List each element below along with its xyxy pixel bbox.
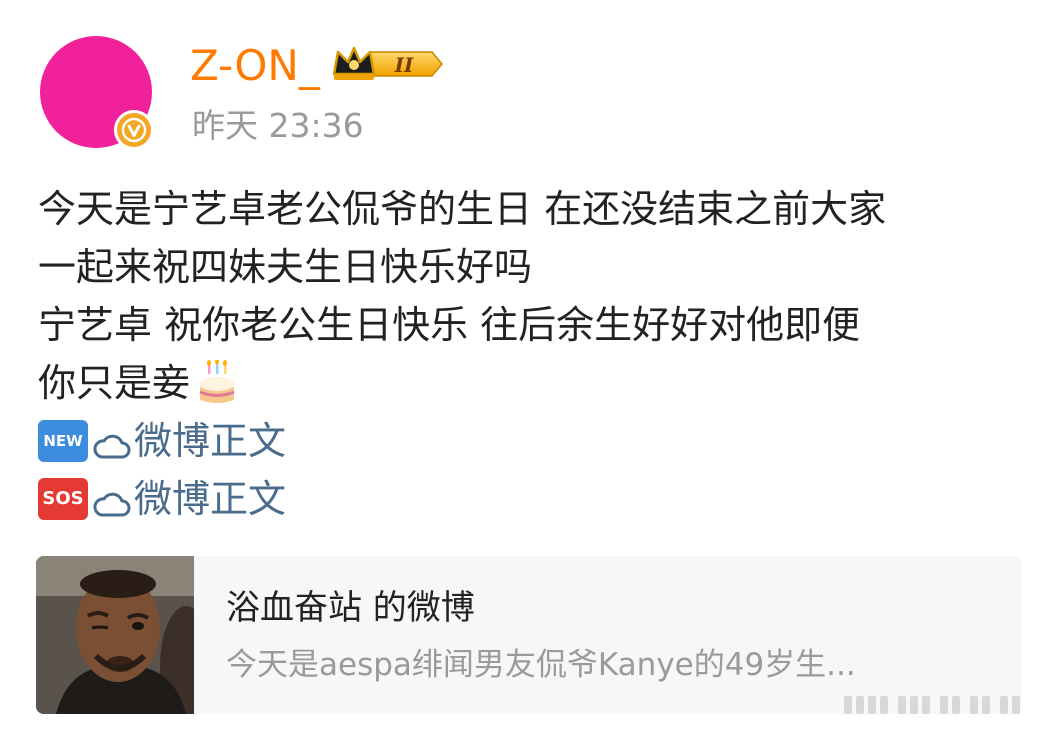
post-content: 今天是宁艺卓老公侃爷的生日 在还没结束之前大家 一起来祝四妹夫生日快乐好吗 宁艺… xyxy=(38,180,1028,528)
post-text-line-with-cake: 你只是妾 xyxy=(38,354,1028,412)
post-text-line: 今天是宁艺卓老公侃爷的生日 在还没结束之前大家 xyxy=(38,187,887,231)
web-link-text[interactable]: 微博正文 xyxy=(134,412,286,470)
quoted-post-thumbnail xyxy=(36,556,194,714)
post-text-line: 宁艺卓 祝你老公生日快乐 往后余生好好对他即便 xyxy=(38,303,861,347)
username[interactable]: Z-ON_ xyxy=(190,38,320,94)
web-link-text[interactable]: 微博正文 xyxy=(134,470,286,528)
post-text-line: 一起来祝四妹夫生日快乐好吗 xyxy=(38,245,533,289)
new-emoji-icon: NEW xyxy=(38,420,88,462)
level-badge-text: II xyxy=(394,53,414,77)
post-text-line: 你只是妾 xyxy=(38,361,191,405)
cake-icon xyxy=(196,358,238,406)
cloud-icon xyxy=(92,481,132,517)
web-link-row-sos[interactable]: SOS 微博正文 xyxy=(38,470,1028,528)
watermark-logo xyxy=(840,690,1040,720)
verified-icon xyxy=(114,110,154,150)
sos-emoji-icon: SOS xyxy=(38,478,88,520)
quoted-post-title[interactable]: 浴血奋站 的微博 xyxy=(226,586,475,630)
crown-icon[interactable]: II xyxy=(332,44,444,84)
web-link-row-new[interactable]: NEW 微博正文 xyxy=(38,412,1028,470)
post-timestamp: 昨天 23:36 xyxy=(192,106,364,145)
quoted-post-excerpt: 今天是aespa绯闻男友侃爷Kanye的49岁生... xyxy=(226,647,856,683)
cloud-icon xyxy=(92,423,132,459)
